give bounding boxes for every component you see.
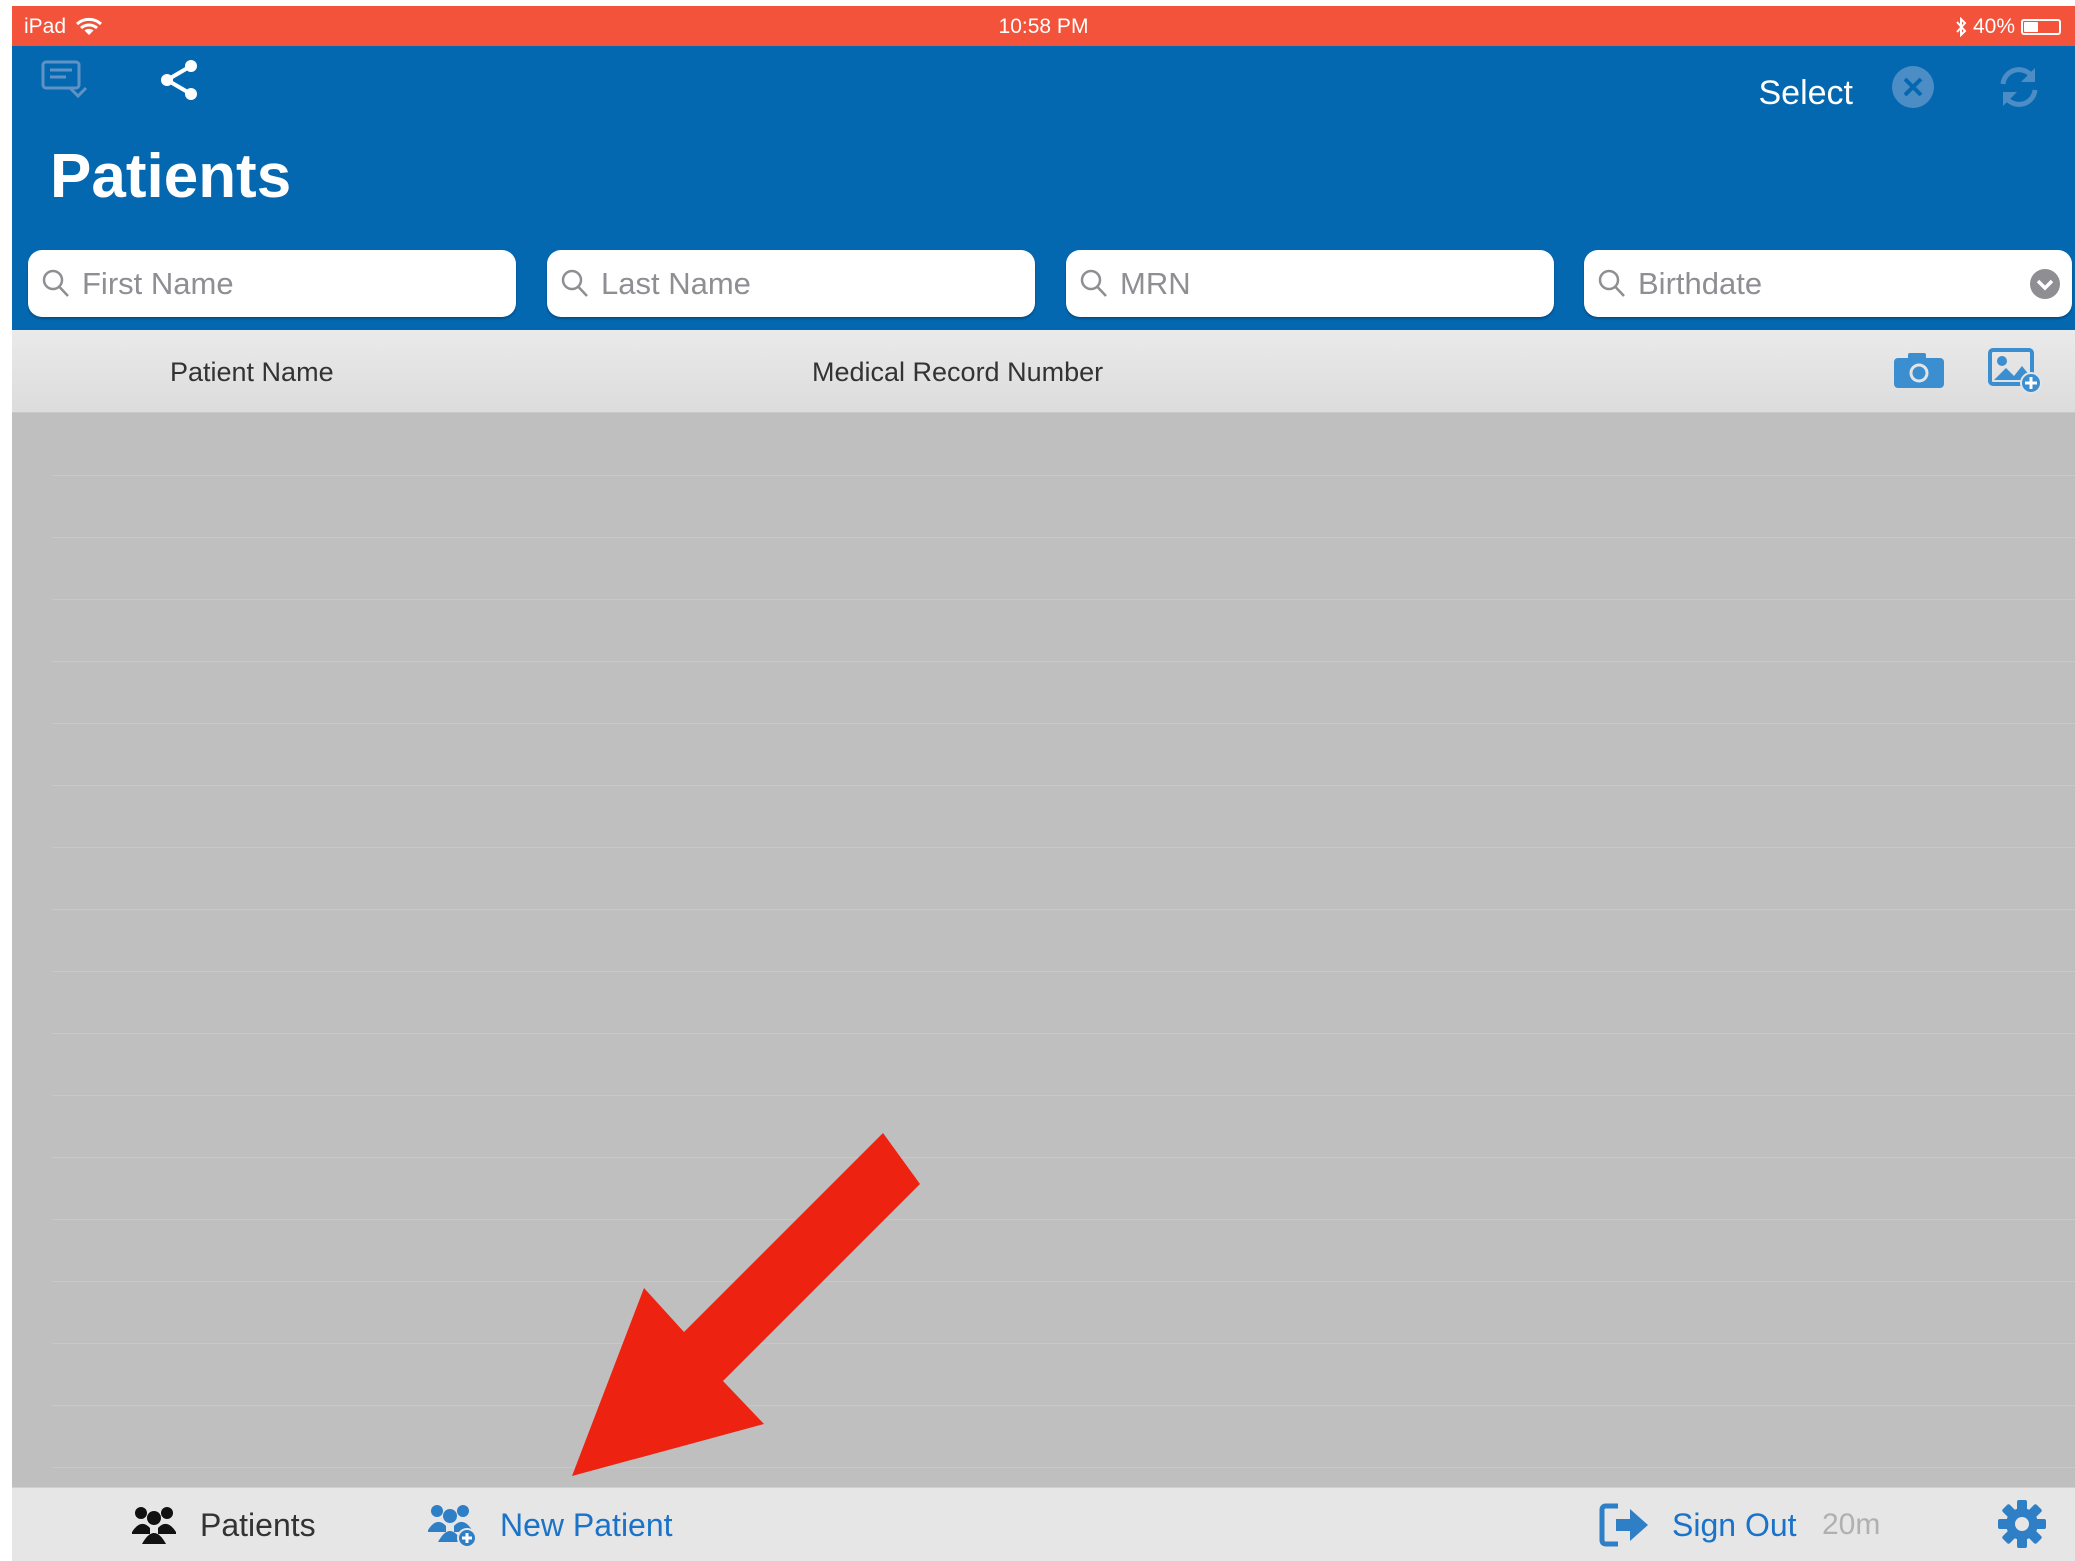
- ipad-screen: iPad 10:58 PM 40% Select Patients First …: [12, 6, 2075, 1561]
- annotation-arrow: [572, 1133, 920, 1476]
